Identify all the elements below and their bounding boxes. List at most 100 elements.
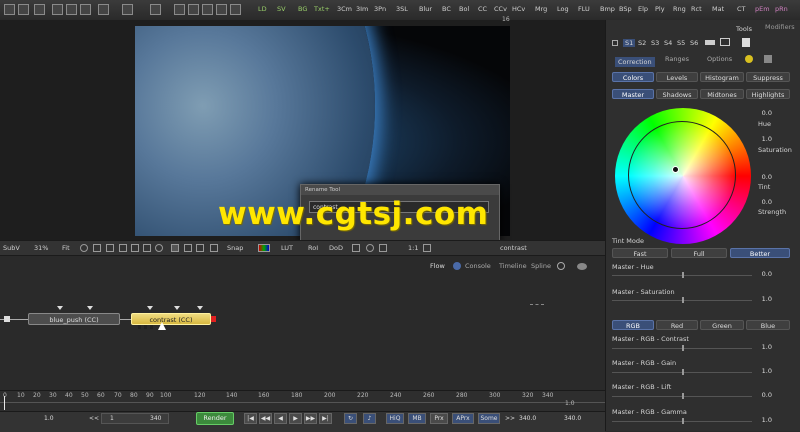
tab-correction[interactable]: Correction	[615, 57, 655, 67]
show-controls-icon[interactable]	[379, 244, 387, 252]
play-icon[interactable]: ▶	[289, 413, 302, 424]
tint-mode-full[interactable]: Full	[671, 248, 727, 258]
paste-icon[interactable]	[80, 4, 91, 15]
strength-value[interactable]: 0.0	[744, 198, 772, 207]
delete-icon[interactable]	[150, 4, 161, 15]
channel-green[interactable]: Green	[700, 320, 744, 330]
toolbar-btn-elp[interactable]: Elp	[638, 3, 648, 16]
toolbar-btn-rct[interactable]: Rct	[691, 3, 702, 16]
document-icon[interactable]	[742, 38, 750, 47]
input-port-1[interactable]	[57, 306, 63, 310]
dod-button[interactable]: DoD	[329, 243, 343, 253]
save-icon[interactable]	[34, 4, 45, 15]
fit-button[interactable]: Fit	[62, 243, 70, 253]
render-button[interactable]: Render	[196, 412, 234, 425]
hue-value[interactable]: 0.0	[744, 109, 772, 118]
slider-knob[interactable]	[682, 369, 684, 375]
output-port[interactable]	[211, 316, 216, 322]
master-saturation-value[interactable]: 1.0	[744, 295, 772, 304]
layout-4-icon[interactable]	[216, 4, 227, 15]
flow-node-contrast[interactable]: contrast (CC)	[131, 313, 211, 325]
roi-button[interactable]: RoI	[308, 243, 318, 253]
undo-icon[interactable]	[98, 4, 109, 15]
go-end-icon[interactable]: ▶|	[319, 413, 332, 424]
text-a2-icon[interactable]	[184, 244, 192, 252]
global-end-field[interactable]: 340.0	[519, 413, 536, 424]
snap-button[interactable]: Snap	[227, 243, 243, 253]
slot-s1[interactable]: S1	[623, 39, 636, 47]
input-port-3[interactable]	[147, 306, 153, 310]
render-range-field[interactable]: 1 340	[101, 413, 169, 424]
play-reverse-icon[interactable]: ◀	[274, 413, 287, 424]
arrow-icon[interactable]	[705, 40, 715, 45]
toolbar-btn-bol[interactable]: Bol	[459, 3, 469, 16]
input-port-4[interactable]	[174, 306, 180, 310]
tab-tools[interactable]: Tools	[736, 25, 752, 33]
text-a-icon[interactable]	[171, 244, 179, 252]
channel-rgb[interactable]: RGB	[612, 320, 654, 330]
toolbar-btn-bmp[interactable]: Bmp	[600, 3, 615, 16]
range-left-arrow[interactable]: <<	[89, 413, 99, 424]
slot-s5[interactable]: S5	[677, 39, 685, 47]
tint-mode-fast[interactable]: Fast	[612, 248, 668, 258]
slider-knob[interactable]	[682, 272, 684, 278]
range-highlights[interactable]: Highlights	[746, 89, 790, 99]
range-shadows[interactable]: Shadows	[656, 89, 698, 99]
channel-blue[interactable]: Blue	[746, 320, 790, 330]
polyline-icon[interactable]	[93, 244, 101, 252]
time-ruler[interactable]	[0, 390, 605, 412]
range-right-arrow[interactable]: >>	[505, 413, 515, 424]
slot-s6[interactable]: S6	[690, 39, 698, 47]
info-icon[interactable]	[557, 262, 565, 270]
settings-icon[interactable]	[764, 55, 772, 63]
new-icon[interactable]	[4, 4, 15, 15]
step-forward-icon[interactable]: ▶▶	[304, 413, 317, 424]
mode-suppress[interactable]: Suppress	[746, 72, 790, 82]
tab-flow[interactable]: Flow	[430, 260, 445, 272]
layout-2-icon[interactable]	[188, 4, 199, 15]
lock-icon[interactable]	[352, 244, 360, 252]
tab-options[interactable]: Options	[707, 55, 732, 63]
toolbar-btn-3im[interactable]: 3Im	[356, 3, 368, 16]
step-back-icon[interactable]: ◀◀	[259, 413, 272, 424]
saturation-value[interactable]: 1.0	[744, 135, 772, 144]
last-frame-field[interactable]: 340.0	[564, 413, 581, 424]
slot-s3[interactable]: S3	[651, 39, 659, 47]
toolbar-btn-ld[interactable]: LD	[258, 3, 267, 16]
toolbar-btn-3sl[interactable]: 3SL	[396, 3, 408, 16]
range-midtones[interactable]: Midtones	[700, 89, 744, 99]
redo-icon[interactable]	[122, 4, 133, 15]
toolbar-btn-sv[interactable]: SV	[277, 3, 286, 16]
toolbar-btn-ct[interactable]: CT	[737, 3, 746, 16]
toolbar-btn-txt[interactable]: Txt+	[314, 3, 330, 16]
master-hue-value[interactable]: 0.0	[744, 270, 772, 279]
toolbar-btn-rng[interactable]: Rng	[673, 3, 686, 16]
layout-5-icon[interactable]	[230, 4, 241, 15]
tint-mode-better[interactable]: Better	[730, 248, 790, 258]
square-icon[interactable]	[143, 244, 151, 252]
color-wheel-handle[interactable]	[672, 166, 679, 173]
subview-button[interactable]: SubV	[3, 243, 20, 253]
global-start-field[interactable]: 1.0	[44, 413, 54, 424]
slider-knob[interactable]	[682, 393, 684, 399]
mode-colors[interactable]: Colors	[612, 72, 654, 82]
toolbar-btn-cc[interactable]: CC	[478, 3, 487, 16]
proxy-button[interactable]: Prx	[430, 413, 448, 424]
color-channel-icon[interactable]	[258, 244, 270, 252]
toolbar-btn-hcv[interactable]: HCv	[512, 3, 525, 16]
open-icon[interactable]	[18, 4, 29, 15]
channel-red[interactable]: Red	[656, 320, 698, 330]
range-master[interactable]: Master	[612, 89, 654, 99]
input-node[interactable]	[4, 316, 10, 322]
radiation-icon[interactable]	[745, 55, 753, 63]
rgb-gain-value[interactable]: 1.0	[744, 367, 772, 376]
input-port-2[interactable]	[87, 306, 93, 310]
toolbar-btn-pem[interactable]: pEm	[755, 3, 770, 16]
toolbar-btn-flu[interactable]: FLU	[578, 3, 590, 16]
checker-icon[interactable]	[366, 244, 374, 252]
flow-node-blue-push[interactable]: blue_push (CC)	[28, 313, 120, 325]
toolbar-btn-bg[interactable]: BG	[298, 3, 307, 16]
rectangle-icon[interactable]	[131, 244, 139, 252]
toolbar-btn-ply[interactable]: Ply	[655, 3, 665, 16]
pin-icon[interactable]	[612, 40, 618, 46]
